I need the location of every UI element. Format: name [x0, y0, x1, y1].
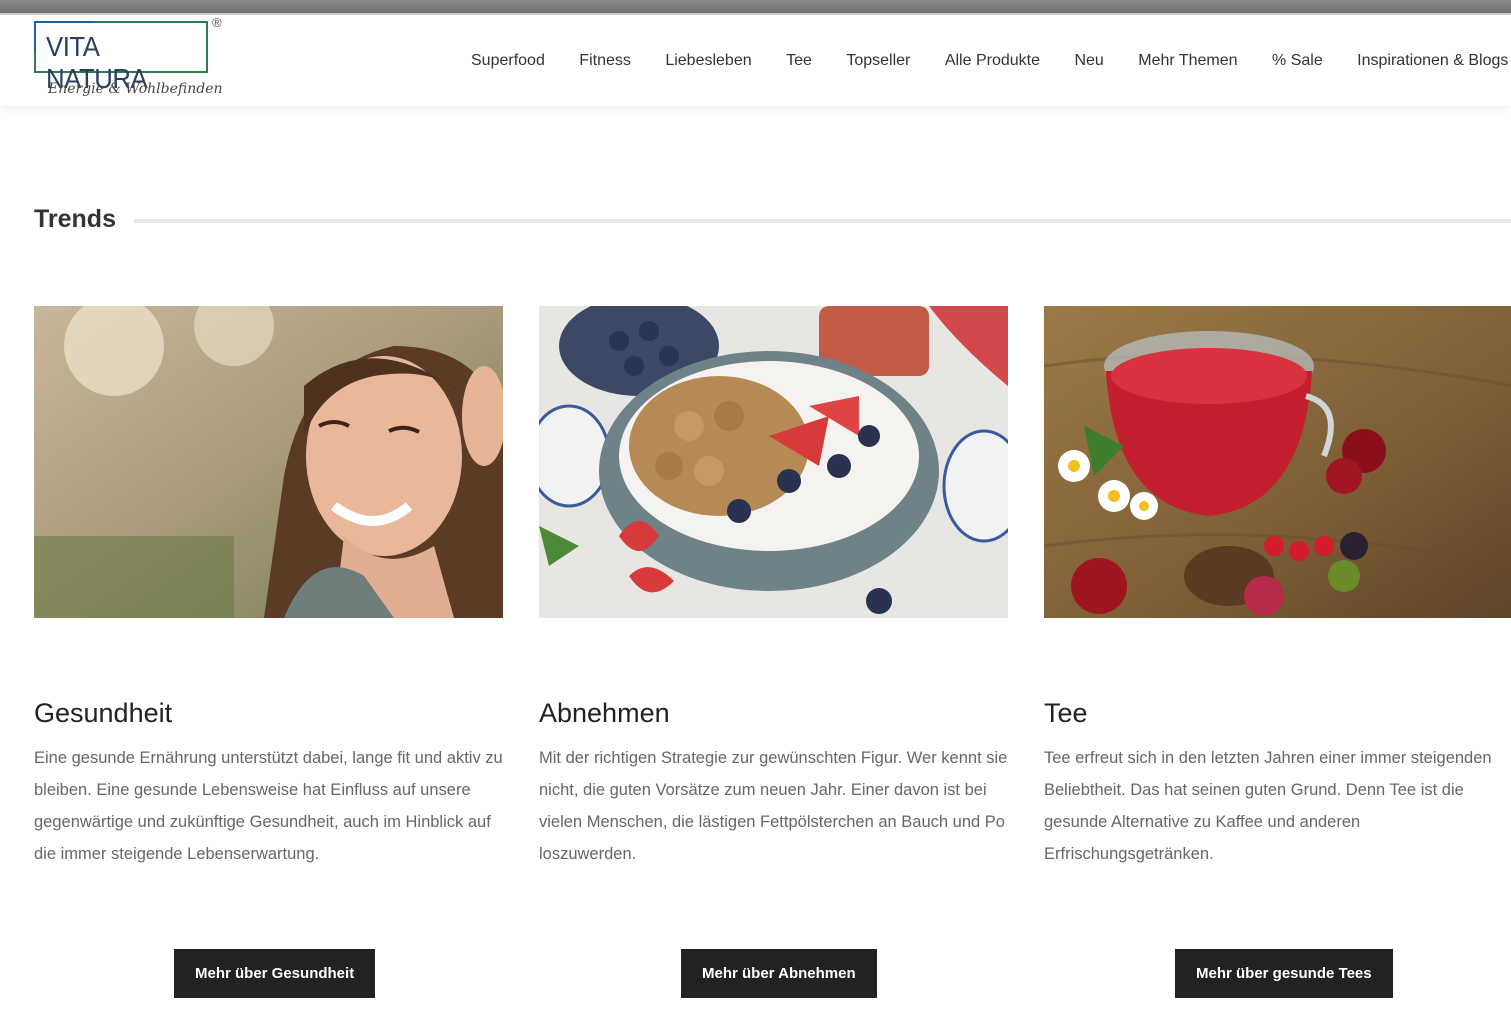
card-text: Eine gesunde Ernährung unterstützt dabei… — [34, 749, 503, 863]
nav-liebesleben[interactable]: Liebesleben — [665, 52, 751, 70]
section-title: Trends — [34, 205, 116, 233]
card-text: Tee erfreut sich in den letzten Jahren e… — [1044, 749, 1492, 863]
browser-top-strip — [0, 0, 1511, 15]
card-abnehmen: Abnehmen Mit der richtigen Strategie zur… — [539, 306, 1008, 998]
section-divider — [134, 219, 1511, 223]
nav-inspirationen-blogs[interactable]: Inspirationen & Blogs — [1357, 52, 1508, 70]
nav-tee[interactable]: Tee — [786, 52, 812, 70]
nav-topseller[interactable]: Topseller — [846, 52, 910, 70]
site-header: VITA NATURA ® Energie & Wohlbefinden Sup… — [0, 15, 1511, 106]
card-text: Mit der richtigen Strategie zur gewünsch… — [539, 749, 1008, 863]
nav-neu[interactable]: Neu — [1074, 52, 1103, 70]
nav-alle-produkte[interactable]: Alle Produkte — [945, 52, 1040, 70]
card-title: Tee — [1044, 698, 1088, 728]
nav-superfood[interactable]: Superfood — [471, 52, 545, 70]
card-image-red-tea[interactable] — [1044, 306, 1511, 618]
nav-sale[interactable]: % Sale — [1272, 52, 1323, 70]
card-title: Abnehmen — [539, 698, 670, 728]
card-title: Gesundheit — [34, 698, 173, 728]
logo-frame: VITA NATURA — [34, 21, 208, 94]
mehr-ueber-gesundheit-button[interactable]: Mehr über Gesundheit — [174, 949, 376, 998]
logo-registered-mark: ® — [212, 15, 222, 30]
logo-tagline: Energie & Wohlbefinden — [48, 81, 223, 97]
nav-fitness[interactable]: Fitness — [579, 52, 631, 70]
mehr-ueber-gesunde-tees-button[interactable]: Mehr über gesunde Tees — [1175, 949, 1393, 998]
nav-mehr-themen[interactable]: Mehr Themen — [1138, 52, 1237, 70]
card-image-woman[interactable] — [34, 306, 503, 618]
card-tee: Tee Tee erfreut sich in den letzten Jahr… — [1044, 306, 1511, 998]
card-image-granola-bowl[interactable] — [539, 306, 1008, 618]
mehr-ueber-abnehmen-button[interactable]: Mehr über Abnehmen — [681, 949, 877, 998]
card-gesundheit: Gesundheit Eine gesunde Ernährung unters… — [34, 306, 503, 998]
site-logo[interactable]: VITA NATURA ® Energie & Wohlbefinden — [34, 15, 224, 109]
main-navigation: Superfood Fitness Liebesleben Tee Topsel… — [471, 52, 1511, 74]
